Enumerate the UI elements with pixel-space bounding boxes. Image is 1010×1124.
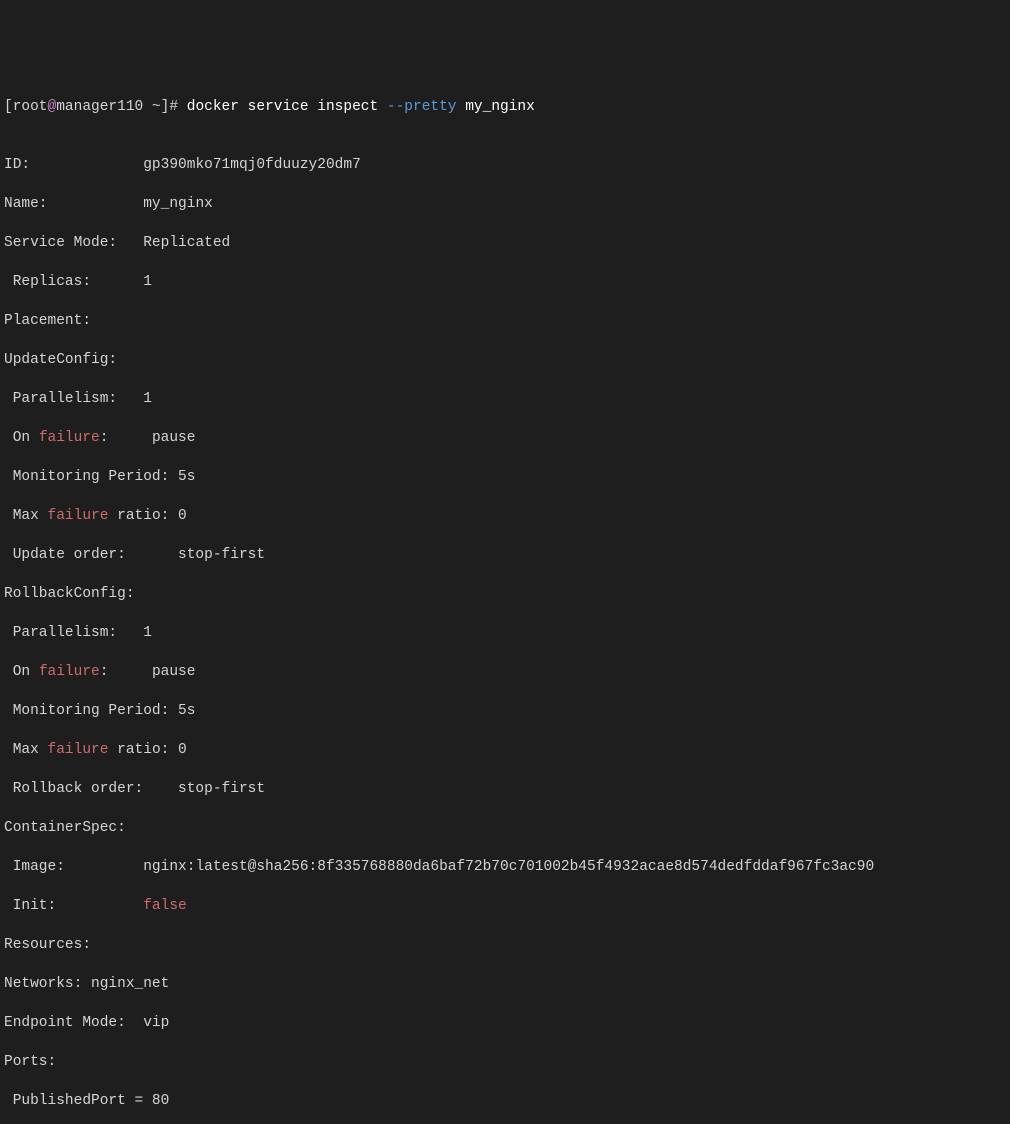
rc-failure-keyword: failure (39, 664, 100, 680)
rc-parallelism-label: Parallelism: (4, 625, 143, 641)
uc-parallelism-line: Parallelism: 1 (4, 390, 1006, 410)
prompt-path: ~ (143, 99, 160, 115)
endpoint-mode-label: Endpoint Mode: (4, 1015, 143, 1031)
replicas-label: Replicas: (4, 274, 143, 290)
prompt-host: manager110 (56, 99, 143, 115)
rc-on-failure-value: pause (152, 664, 196, 680)
replicas-value: 1 (143, 274, 152, 290)
rc-rollback-order-value: stop-first (178, 781, 265, 797)
uc-monitoring-line: Monitoring Period: 5s (4, 468, 1006, 488)
rc-on-failure-line: On failure: pause (4, 663, 1006, 683)
service-mode-line: Service Mode: Replicated (4, 234, 1006, 254)
command-option: --pretty (387, 99, 457, 115)
terminal-output: [root@manager110 ~]# docker service insp… (0, 78, 1010, 1124)
uc-on-failure-value: pause (152, 430, 196, 446)
init-line: Init: false (4, 897, 1006, 917)
replicas-line: Replicas: 1 (4, 273, 1006, 293)
endpoint-mode-value: vip (143, 1015, 169, 1031)
service-mode-label: Service Mode: (4, 235, 143, 251)
uc-max-failure-line: Max failure ratio: 0 (4, 507, 1006, 527)
container-spec-line: ContainerSpec: (4, 819, 1006, 839)
uc-max-ratio: ratio: 0 (108, 508, 186, 524)
rc-max-text: Max (4, 742, 48, 758)
prompt-at: @ (48, 99, 57, 115)
endpoint-mode-line: Endpoint Mode: vip (4, 1014, 1006, 1034)
ports-line: Ports: (4, 1053, 1006, 1073)
uc-parallelism-value: 1 (143, 391, 152, 407)
uc-on-text: On (4, 430, 39, 446)
init-label: Init: (4, 898, 143, 914)
image-value: nginx:latest@sha256:8f335768880da6baf72b… (143, 859, 874, 875)
uc-update-order-label: Update order: (4, 547, 178, 563)
uc-max-failure-keyword: failure (48, 508, 109, 524)
prompt-open-bracket: [ (4, 99, 13, 115)
name-line: Name: my_nginx (4, 195, 1006, 215)
command-text: docker service inspect (187, 99, 387, 115)
name-label: Name: (4, 196, 143, 212)
rc-on-failure-colon: : (100, 664, 152, 680)
placement-line: Placement: (4, 312, 1006, 332)
rc-max-ratio: ratio: 0 (108, 742, 186, 758)
rc-max-failure-keyword: failure (48, 742, 109, 758)
image-label: Image: (4, 859, 143, 875)
prompt-line[interactable]: [root@manager110 ~]# docker service insp… (4, 98, 1006, 118)
service-mode-value: Replicated (143, 235, 230, 251)
id-value: gp390mko71mqj0fduuzy20dm7 (143, 157, 361, 173)
image-line: Image: nginx:latest@sha256:8f335768880da… (4, 858, 1006, 878)
update-config-line: UpdateConfig: (4, 351, 1006, 371)
id-label: ID: (4, 157, 143, 173)
networks-line: Networks: nginx_net (4, 975, 1006, 995)
name-value: my_nginx (143, 196, 213, 212)
prompt-user: root (13, 99, 48, 115)
uc-on-failure-line: On failure: pause (4, 429, 1006, 449)
uc-on-failure-colon: : (100, 430, 152, 446)
uc-update-order-line: Update order: stop-first (4, 546, 1006, 566)
rc-monitoring-line: Monitoring Period: 5s (4, 702, 1006, 722)
uc-parallelism-label: Parallelism: (4, 391, 143, 407)
rc-on-text: On (4, 664, 39, 680)
published-port-line: PublishedPort = 80 (4, 1092, 1006, 1112)
rc-parallelism-value: 1 (143, 625, 152, 641)
rc-rollback-order-label: Rollback order: (4, 781, 178, 797)
rc-max-failure-line: Max failure ratio: 0 (4, 741, 1006, 761)
uc-max-text: Max (4, 508, 48, 524)
resources-line: Resources: (4, 936, 1006, 956)
rc-rollback-order-line: Rollback order: stop-first (4, 780, 1006, 800)
prompt-close: ]# (161, 99, 187, 115)
rc-parallelism-line: Parallelism: 1 (4, 624, 1006, 644)
uc-update-order-value: stop-first (178, 547, 265, 563)
command-arg: my_nginx (457, 99, 535, 115)
init-value: false (143, 898, 187, 914)
rollback-config-line: RollbackConfig: (4, 585, 1006, 605)
uc-failure-keyword: failure (39, 430, 100, 446)
id-line: ID: gp390mko71mqj0fduuzy20dm7 (4, 156, 1006, 176)
